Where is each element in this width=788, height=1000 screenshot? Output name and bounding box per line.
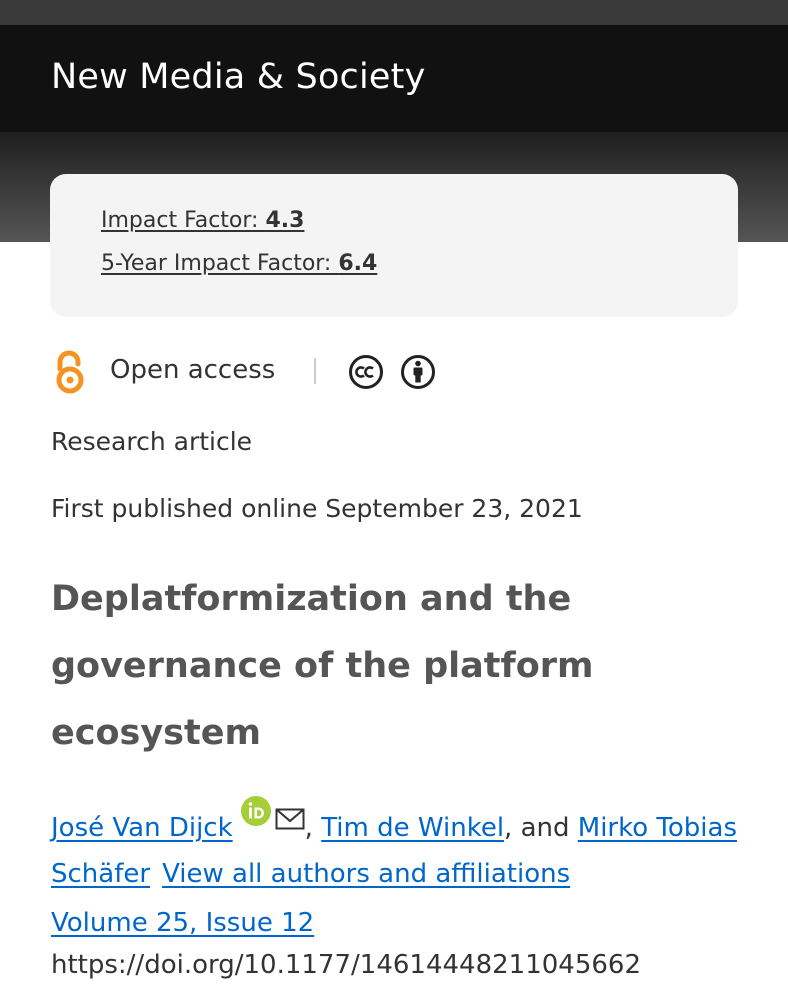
author-list: José Van Dijck , Tim de Winkel, and Mirk… (51, 796, 751, 897)
five-year-impact-factor-label: 5-Year Impact Factor: (101, 251, 339, 276)
access-row: Open access (50, 348, 740, 396)
article-title: Deplatformization and the governance of … (51, 579, 594, 753)
creative-commons-icon[interactable] (348, 354, 384, 390)
author-separator: , (304, 813, 322, 843)
author-link-van-dijck[interactable]: José Van Dijck (51, 813, 233, 843)
access-divider (314, 358, 316, 384)
attribution-icon[interactable] (400, 354, 436, 390)
publication-date: First published online September 23, 202… (51, 494, 583, 523)
five-year-impact-factor-value: 6.4 (338, 251, 378, 276)
impact-factor-value: 4.3 (265, 208, 305, 233)
doi-link[interactable]: https://doi.org/10.1177/1461444821104566… (51, 950, 641, 980)
open-access-label: Open access (110, 355, 276, 385)
journal-header: New Media & Society (0, 25, 788, 132)
orcid-icon[interactable] (240, 796, 271, 826)
impact-factor-link[interactable]: Impact Factor: 4.3 (101, 208, 304, 233)
journal-title[interactable]: New Media & Society (51, 57, 426, 97)
impact-factor-label: Impact Factor: (101, 208, 266, 233)
view-all-authors-link[interactable]: View all authors and affiliations (162, 859, 570, 889)
top-strip (0, 0, 788, 25)
author-link-de-winkel[interactable]: Tim de Winkel (321, 813, 504, 843)
impact-metrics-card: Impact Factor: 4.3 5-Year Impact Factor:… (50, 174, 738, 317)
author-separator-and: , and (504, 813, 578, 843)
mail-icon[interactable] (275, 808, 305, 830)
article-type: Research article (51, 427, 253, 456)
five-year-impact-factor-link[interactable]: 5-Year Impact Factor: 6.4 (101, 251, 377, 276)
volume-issue-link[interactable]: Volume 25, Issue 12 (51, 908, 314, 938)
open-access-icon[interactable] (50, 350, 90, 394)
